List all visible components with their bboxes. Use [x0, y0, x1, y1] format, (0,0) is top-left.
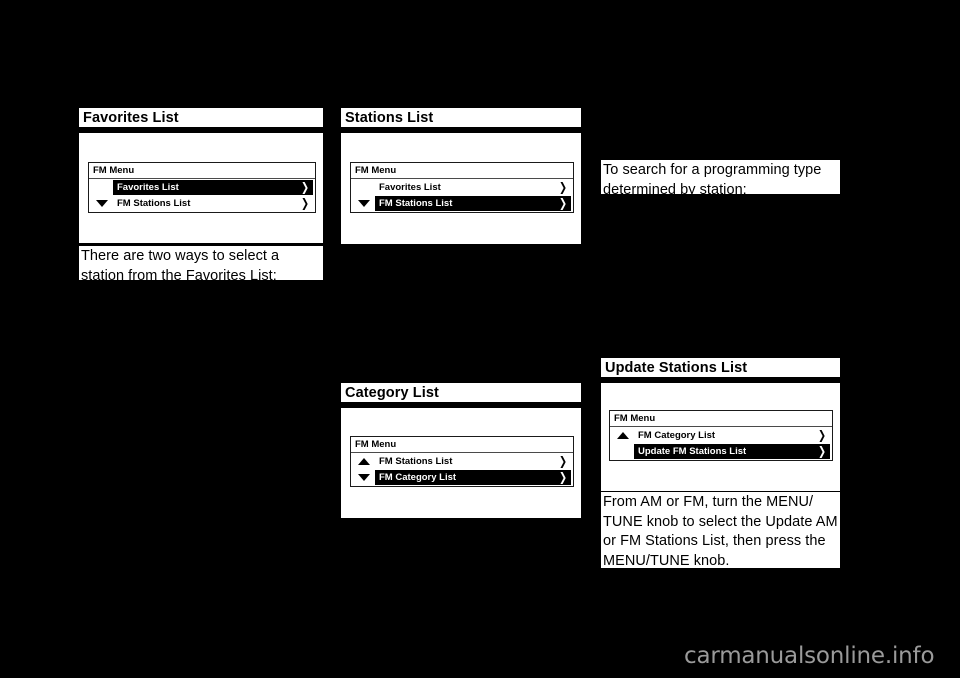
chevron-right-icon: ❯	[558, 454, 567, 468]
chevron-right-icon: ❯	[558, 196, 567, 210]
section-heading-stations-list: Stations List	[341, 108, 581, 130]
section-heading-favorites-list: Favorites List	[79, 108, 323, 130]
menu-item-fm-category-list[interactable]: FM Category List ❯	[612, 428, 830, 443]
figure-fm-menu-favorites: FM Menu Favorites List ❯ FM Stations Lis…	[79, 133, 323, 243]
triangle-down-icon	[96, 200, 108, 207]
section-heading-category-list: Category List	[341, 383, 581, 405]
radio-display-title: FM Menu	[610, 411, 832, 427]
section-heading-update-stations-list: Update Stations List	[601, 358, 840, 380]
menu-item-fm-category-list[interactable]: FM Category List ❯	[353, 470, 571, 485]
radio-display-update: FM Menu FM Category List ❯ Update FM Sta…	[609, 410, 833, 461]
radio-display-title: FM Menu	[351, 437, 573, 453]
triangle-up-icon	[358, 458, 370, 465]
chevron-right-icon: ❯	[558, 470, 567, 484]
menu-item-label: Update FM Stations List	[638, 446, 747, 457]
menu-item-label: FM Stations List	[379, 198, 453, 209]
radio-display-stations: FM Menu Favorites List ❯ FM Stations Lis…	[350, 162, 574, 213]
radio-display-category: FM Menu FM Stations List ❯ FM Category L…	[350, 436, 574, 487]
paragraph-search-programming-type: To search for a programming type determi…	[601, 160, 840, 198]
menu-item-favorites-list[interactable]: Favorites List ❯	[91, 180, 313, 195]
menu-item-row[interactable]: FM Stations List ❯	[375, 454, 571, 469]
menu-item-label: FM Category List	[638, 430, 716, 441]
triangle-down-icon	[358, 474, 370, 481]
menu-item-row[interactable]: Favorites List ❯	[113, 180, 313, 195]
menu-item-label: Favorites List	[117, 182, 179, 193]
scroll-down-arrow[interactable]	[91, 196, 113, 211]
menu-item-row[interactable]: FM Stations List ❯	[113, 196, 313, 211]
radio-display-favorites: FM Menu Favorites List ❯ FM Stations Lis…	[88, 162, 316, 213]
figure-fm-menu-update: FM Menu FM Category List ❯ Update FM Sta…	[601, 383, 840, 491]
triangle-down-icon	[358, 200, 370, 207]
scroll-arrow-placeholder	[353, 180, 375, 195]
menu-item-row[interactable]: Favorites List ❯	[375, 180, 571, 195]
menu-item-row[interactable]: FM Category List ❯	[634, 428, 830, 443]
radio-display-title: FM Menu	[89, 163, 315, 179]
radio-display-title: FM Menu	[351, 163, 573, 179]
manual-page: Favorites List FM Menu Favorites List ❯	[0, 0, 960, 678]
watermark-carmanualsonline: carmanualsonline.info	[684, 643, 935, 669]
menu-item-update-fm-stations-list[interactable]: Update FM Stations List ❯	[612, 444, 830, 459]
scroll-down-arrow[interactable]	[353, 196, 375, 211]
chevron-right-icon: ❯	[300, 196, 309, 210]
radio-menu-rows: Favorites List ❯ FM Stations List ❯	[351, 179, 573, 212]
menu-item-row[interactable]: FM Category List ❯	[375, 470, 571, 485]
radio-menu-rows: FM Stations List ❯ FM Category List ❯	[351, 453, 573, 486]
menu-item-favorites-list[interactable]: Favorites List ❯	[353, 180, 571, 195]
radio-menu-rows: Favorites List ❯ FM Stations List ❯	[89, 179, 315, 212]
menu-item-label: FM Stations List	[117, 198, 191, 209]
menu-item-label: FM Category List	[379, 472, 457, 483]
menu-item-label: Favorites List	[379, 182, 441, 193]
menu-item-row[interactable]: FM Stations List ❯	[375, 196, 571, 211]
scroll-arrow-placeholder	[612, 444, 634, 459]
figure-fm-menu-category: FM Menu FM Stations List ❯ FM Category L…	[341, 408, 581, 518]
radio-menu-rows: FM Category List ❯ Update FM Stations Li…	[610, 427, 832, 460]
scroll-up-arrow[interactable]	[612, 428, 634, 443]
chevron-right-icon: ❯	[817, 428, 826, 442]
chevron-right-icon: ❯	[817, 444, 826, 458]
chevron-right-icon: ❯	[558, 180, 567, 194]
menu-item-fm-stations-list[interactable]: FM Stations List ❯	[353, 196, 571, 211]
scroll-arrow-placeholder	[91, 180, 113, 195]
menu-item-fm-stations-list[interactable]: FM Stations List ❯	[91, 196, 313, 211]
scroll-down-arrow[interactable]	[353, 470, 375, 485]
triangle-up-icon	[617, 432, 629, 439]
paragraph-update-stations-list: From AM or FM, turn the MENU/ TUNE knob …	[601, 492, 840, 569]
menu-item-label: FM Stations List	[379, 456, 453, 467]
menu-item-row[interactable]: Update FM Stations List ❯	[634, 444, 830, 459]
figure-fm-menu-stations: FM Menu Favorites List ❯ FM Stations Lis…	[341, 133, 581, 244]
scroll-up-arrow[interactable]	[353, 454, 375, 469]
paragraph-favorites-list: There are two ways to select a station f…	[79, 246, 323, 284]
chevron-right-icon: ❯	[300, 180, 309, 194]
menu-item-fm-stations-list[interactable]: FM Stations List ❯	[353, 454, 571, 469]
